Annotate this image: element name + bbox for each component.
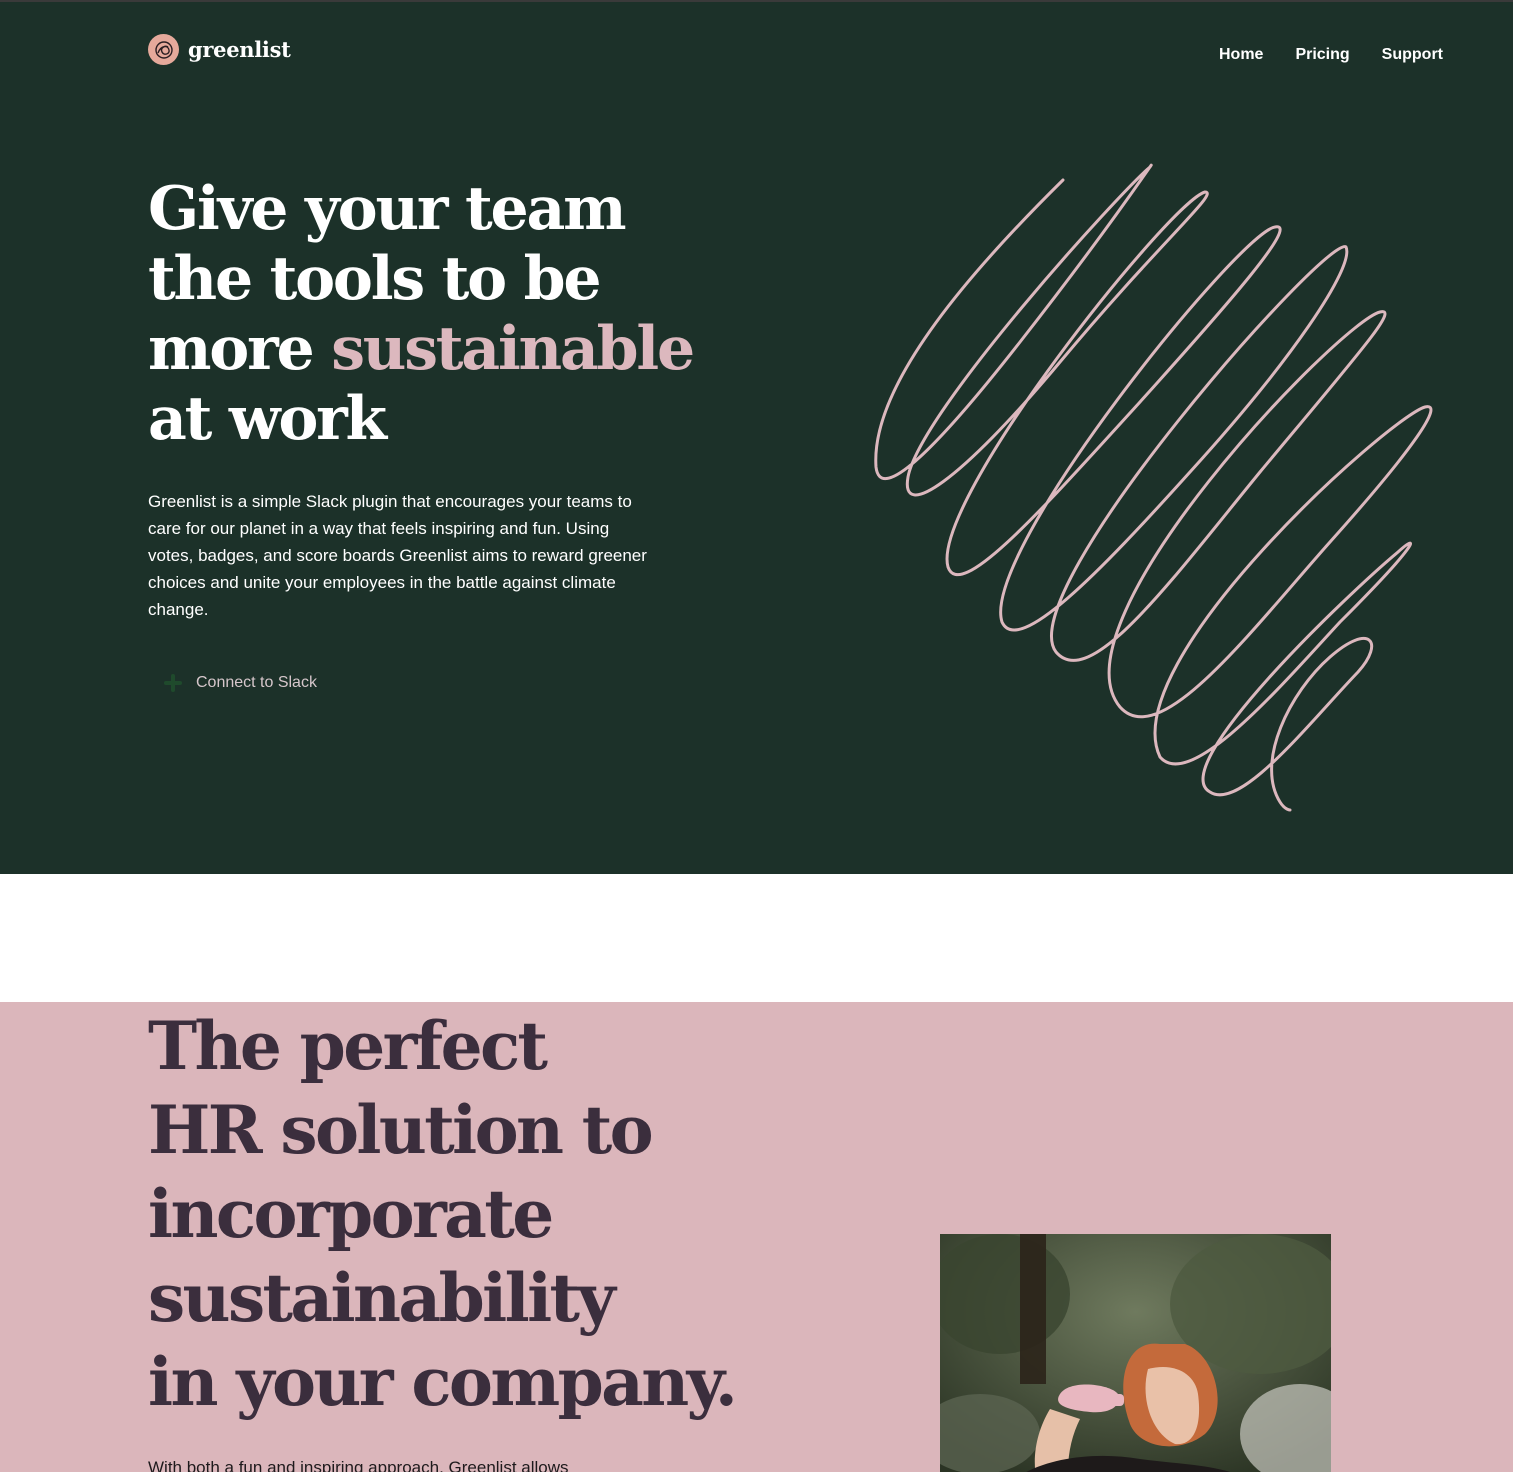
section2-title-line: sustainability xyxy=(148,1259,616,1337)
nav-support[interactable]: Support xyxy=(1382,46,1443,64)
hero-title-line-3: more xyxy=(148,314,332,384)
section2-title-line: HR solution to xyxy=(148,1091,654,1169)
section2-title-line: The perfect xyxy=(148,1007,548,1085)
brand-logo-link[interactable]: greenlist xyxy=(148,34,291,65)
main-nav: Home Pricing Support xyxy=(1219,46,1443,64)
hero-title-line-1: Give your team xyxy=(148,174,627,244)
connect-slack-label: Connect to Slack xyxy=(196,674,317,691)
hero-title-line-4: at work xyxy=(148,384,387,454)
hero-title-accent: sustainable xyxy=(331,314,695,384)
section2-title: The perfect HR solution to incorporate s… xyxy=(148,1004,868,1424)
connect-slack-button[interactable]: Connect to Slack xyxy=(162,672,317,694)
section2-title-line: in your company. xyxy=(148,1343,738,1421)
woman-drinking-photo xyxy=(940,1234,1331,1472)
section-spacer xyxy=(0,874,1513,1002)
scribble-decoration xyxy=(874,163,1433,812)
section2-title-line: incorporate xyxy=(148,1175,554,1253)
hero-title-line-2: the tools to be xyxy=(148,244,602,314)
leaf-knot-icon xyxy=(148,34,179,65)
hero-title: Give your team the tools to be more sust… xyxy=(148,174,788,454)
slack-icon xyxy=(164,674,182,692)
hero-section: greenlist Home Pricing Support Give your… xyxy=(0,2,1513,874)
nav-pricing[interactable]: Pricing xyxy=(1295,46,1349,64)
section2-description: With both a fun and inspiring approach, … xyxy=(148,1458,569,1472)
hr-solution-section: The perfect HR solution to incorporate s… xyxy=(0,1002,1513,1472)
hero-description: Greenlist is a simple Slack plugin that … xyxy=(148,492,647,619)
brand-name: greenlist xyxy=(188,37,291,62)
nav-home[interactable]: Home xyxy=(1219,46,1263,64)
